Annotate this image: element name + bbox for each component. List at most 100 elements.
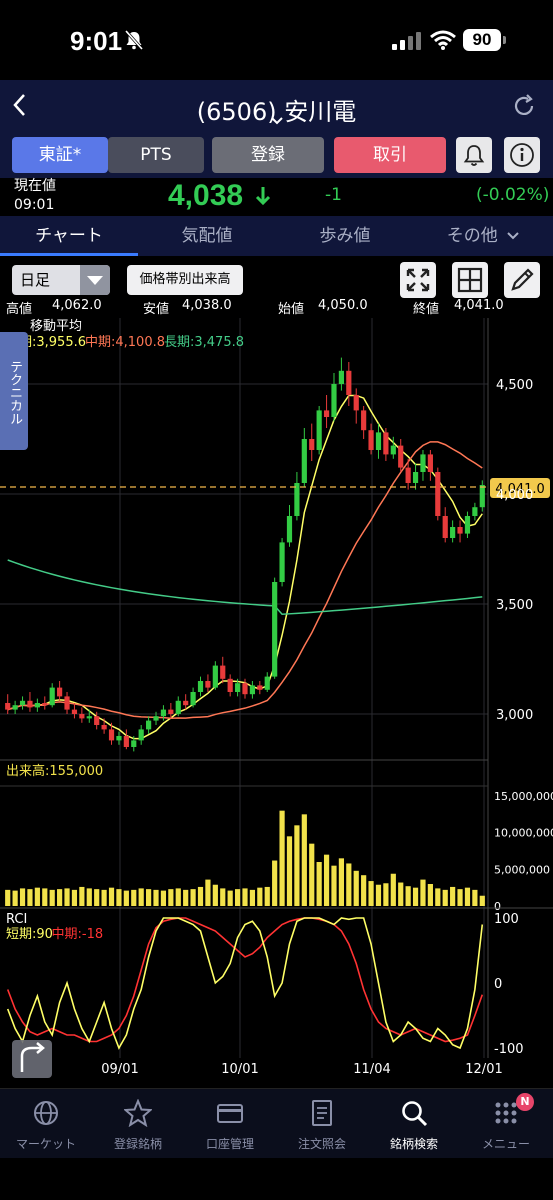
volume-bar (279, 810, 285, 906)
volume-bar (108, 887, 115, 906)
candle-body (375, 432, 382, 450)
volume-bar (375, 884, 382, 906)
candle-body (86, 716, 92, 719)
date-tick-label: 12/01 (465, 1062, 502, 1077)
volume-bar (427, 884, 433, 906)
volume-bar (146, 889, 152, 906)
volume-bar (57, 889, 63, 906)
stock-chart[interactable]: 4,041.0 4,5004,0003,5003,000 移動平均 短期:3,9… (0, 0, 553, 1088)
nav-market[interactable]: マーケット (0, 1089, 92, 1159)
candle-body (442, 516, 448, 538)
volume-bar (479, 895, 485, 906)
volume-bar (12, 890, 18, 906)
candle-body (464, 516, 471, 534)
candle-body (353, 395, 359, 411)
volume-bar (153, 889, 159, 906)
volume-bar (301, 814, 307, 906)
globe-icon (34, 1101, 58, 1125)
volume-bar (220, 888, 226, 906)
candle-body (316, 410, 322, 450)
volume-bar (331, 865, 337, 906)
nav-menu-label: メニュー (481, 1137, 530, 1151)
candle-body (49, 687, 55, 706)
candle-body (309, 439, 315, 450)
volume-bar (472, 889, 478, 906)
nav-market-label: マーケット (15, 1137, 76, 1151)
volume-bar (368, 881, 374, 906)
volume-bar (450, 886, 456, 906)
candle-body (175, 700, 181, 714)
rci-tick-label: 100 (494, 912, 519, 927)
candle-body (323, 410, 330, 417)
volume-bar (405, 886, 411, 906)
candle-body (294, 483, 300, 516)
volume-bar (286, 836, 293, 906)
candle-body (346, 370, 352, 395)
candle-body (405, 467, 411, 483)
candle-body (383, 432, 389, 455)
document-icon (312, 1100, 332, 1126)
date-tick-label: 09/01 (101, 1062, 138, 1077)
volume-tick-label: 10,000,000 (494, 827, 553, 840)
long-ma-line (7, 559, 483, 616)
ma-legend-item: 中期:4,100.8 (85, 335, 165, 350)
candle-body (412, 472, 419, 483)
volume-bar (257, 887, 263, 906)
volume-bar (5, 889, 11, 906)
date-tick-label: 11/04 (353, 1062, 390, 1077)
volume-bar (131, 889, 137, 906)
nav-account[interactable]: 口座管理 (184, 1089, 276, 1159)
technical-side-tab[interactable]: テクニカル (0, 332, 28, 450)
volume-bar (183, 889, 189, 906)
candle-body (338, 370, 344, 384)
candle-body (153, 716, 159, 721)
volume-bar (197, 886, 204, 906)
nav-watchlist-label: 登録銘柄 (113, 1137, 162, 1151)
volume-bar (19, 888, 26, 906)
candle-body (79, 714, 85, 719)
volume-bar (264, 886, 270, 906)
volume-bar (49, 889, 55, 906)
nav-watchlist[interactable]: 登録銘柄 (92, 1089, 184, 1159)
volume-bar (323, 854, 330, 906)
rci-legend: 短期:90中期:-18 (6, 927, 103, 942)
volume-bar (435, 888, 441, 906)
volume-axis: 15,000,00010,000,0005,000,0000 (494, 790, 553, 913)
volume-bar (34, 887, 40, 906)
technical-side-tab-label: テクニカル (7, 360, 22, 425)
candle-body (101, 725, 107, 730)
volume-bar (390, 873, 396, 906)
volume-bar (346, 863, 352, 906)
nav-search[interactable]: 銘柄検索 (368, 1089, 460, 1159)
candle-body (131, 740, 137, 747)
volume-tick-label: 15,000,000 (494, 790, 553, 803)
price-tick-label: 4,500 (496, 378, 533, 393)
nav-account-label: 口座管理 (205, 1137, 254, 1151)
volume-bar (361, 875, 367, 906)
volume-bar (86, 888, 92, 906)
candle-body (301, 439, 307, 483)
rci-tick-label: -100 (494, 1042, 524, 1057)
candle-body (479, 484, 485, 508)
volume-bar (234, 889, 241, 906)
candle-body (205, 681, 211, 688)
candle-body (64, 696, 70, 710)
price-tick-label: 3,500 (496, 598, 533, 613)
volume-bar (464, 887, 471, 906)
notification-badge: N (516, 1093, 534, 1111)
rci-axis: 100 0 -100 (494, 912, 524, 1057)
mid-ma-line (7, 441, 483, 720)
nav-orders[interactable]: 注文照会 (276, 1089, 368, 1159)
volume-bar (116, 889, 122, 906)
volume-bar (212, 884, 218, 906)
volume-bar (412, 887, 419, 906)
volume-tick-label: 5,000,000 (494, 863, 550, 876)
price-axis: 4,500 4,000 3,500 3,000 (496, 378, 533, 723)
candle-body (57, 687, 63, 697)
candle-body (183, 700, 189, 706)
nav-menu[interactable]: N メニュー (460, 1089, 552, 1159)
nav-search-label: 銘柄検索 (389, 1137, 438, 1151)
home-indicator-area (0, 1158, 553, 1200)
candle-body (435, 472, 441, 516)
candle-body (234, 683, 241, 692)
